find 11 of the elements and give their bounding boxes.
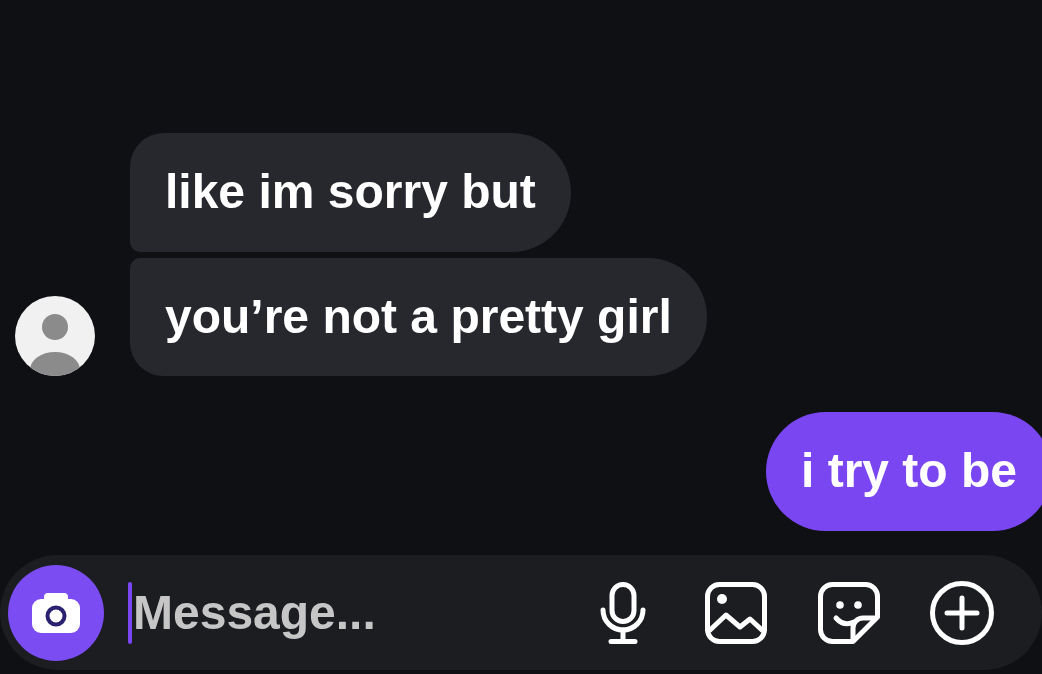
message-input[interactable]: Message...: [133, 583, 587, 642]
received-message: you’re not a pretty girl: [130, 257, 707, 377]
microphone-icon: [599, 581, 647, 644]
image-icon: [705, 581, 767, 644]
camera-icon: [30, 590, 82, 635]
received-message: like im sorry but: [130, 133, 571, 252]
sent-message: i try to be: [765, 412, 1042, 531]
text-cursor-icon: [128, 581, 132, 644]
plus-icon: [930, 580, 994, 645]
avatar-icon: [15, 296, 95, 377]
sticker-icon: [818, 581, 880, 644]
